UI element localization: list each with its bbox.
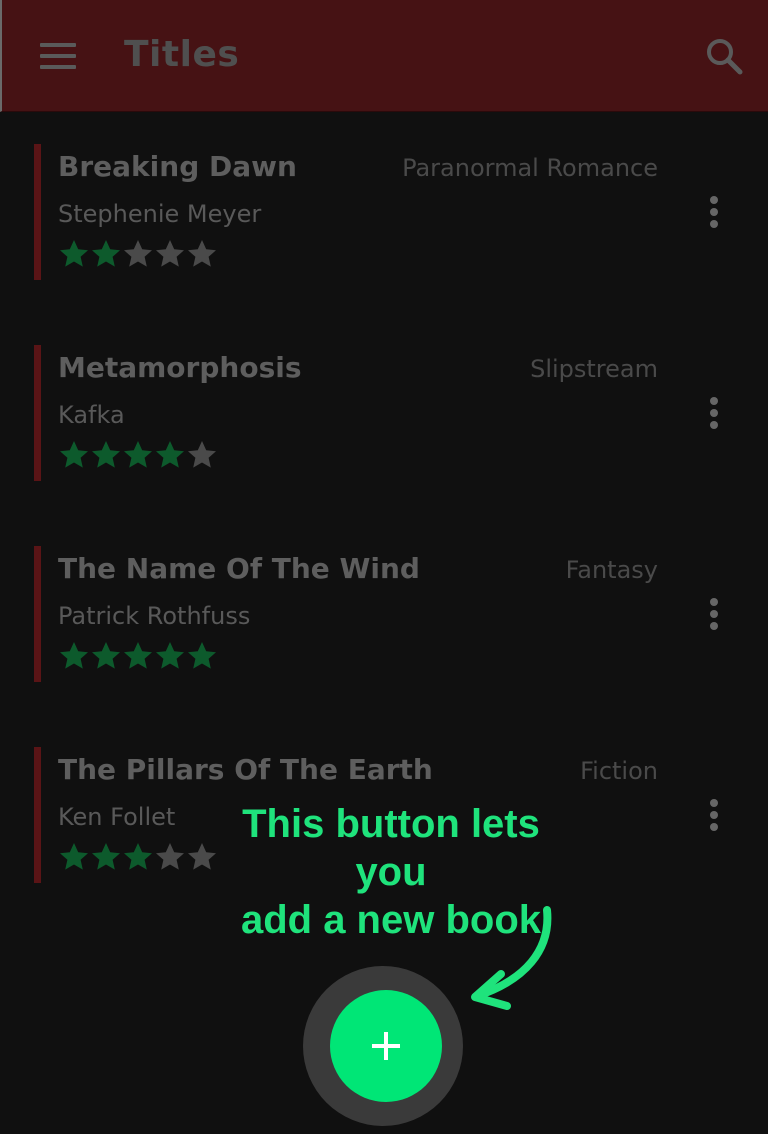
star-filled-icon [124, 441, 152, 468]
page-title: Titles [124, 34, 240, 75]
book-card[interactable]: Metamorphosis Slipstream Kafka [34, 345, 734, 481]
book-author: Stephenie Meyer [58, 200, 262, 228]
star-filled-icon [60, 441, 88, 468]
book-title: The Name Of The Wind [58, 552, 420, 585]
star-filled-icon [124, 642, 152, 669]
star-empty-icon [188, 441, 216, 468]
star-empty-icon [188, 240, 216, 267]
annotation-line: This button lets you [242, 802, 540, 894]
more-options-icon[interactable] [702, 797, 726, 833]
star-empty-icon [156, 240, 184, 267]
app-bar: Titles [0, 0, 768, 112]
star-filled-icon [60, 642, 88, 669]
book-title: The Pillars Of The Earth [58, 753, 433, 786]
star-filled-icon [188, 642, 216, 669]
rating-stars [58, 439, 218, 471]
book-title: Metamorphosis [58, 351, 302, 384]
star-filled-icon [92, 240, 120, 267]
star-filled-icon [92, 843, 120, 870]
star-empty-icon [156, 843, 184, 870]
rating-stars [58, 640, 218, 672]
book-card[interactable]: Breaking Dawn Paranormal Romance Stephen… [34, 144, 734, 280]
more-options-icon[interactable] [702, 395, 726, 431]
star-filled-icon [60, 843, 88, 870]
book-author: Patrick Rothfuss [58, 602, 251, 630]
star-filled-icon [92, 441, 120, 468]
search-icon[interactable] [704, 36, 744, 76]
hamburger-menu-icon[interactable] [40, 40, 80, 74]
book-genre: Fantasy [565, 556, 658, 584]
book-genre: Fiction [580, 757, 658, 785]
star-empty-icon [124, 240, 152, 267]
card-accent-bar [34, 144, 41, 280]
card-accent-bar [34, 546, 41, 682]
book-genre: Paranormal Romance [402, 154, 658, 182]
rating-stars [58, 841, 218, 873]
star-filled-icon [156, 642, 184, 669]
add-book-button[interactable] [330, 990, 442, 1102]
rating-stars [58, 238, 218, 270]
card-accent-bar [34, 345, 41, 481]
star-filled-icon [124, 843, 152, 870]
book-genre: Slipstream [530, 355, 658, 383]
more-options-icon[interactable] [702, 596, 726, 632]
book-author: Kafka [58, 401, 125, 429]
star-filled-icon [156, 441, 184, 468]
annotation-arrow-icon [471, 906, 552, 1010]
star-filled-icon [92, 642, 120, 669]
card-accent-bar [34, 747, 41, 883]
book-author: Ken Follet [58, 803, 176, 831]
star-filled-icon [60, 240, 88, 267]
more-options-icon[interactable] [702, 194, 726, 230]
book-card[interactable]: The Name Of The Wind Fantasy Patrick Rot… [34, 546, 734, 682]
book-title: Breaking Dawn [58, 150, 297, 183]
